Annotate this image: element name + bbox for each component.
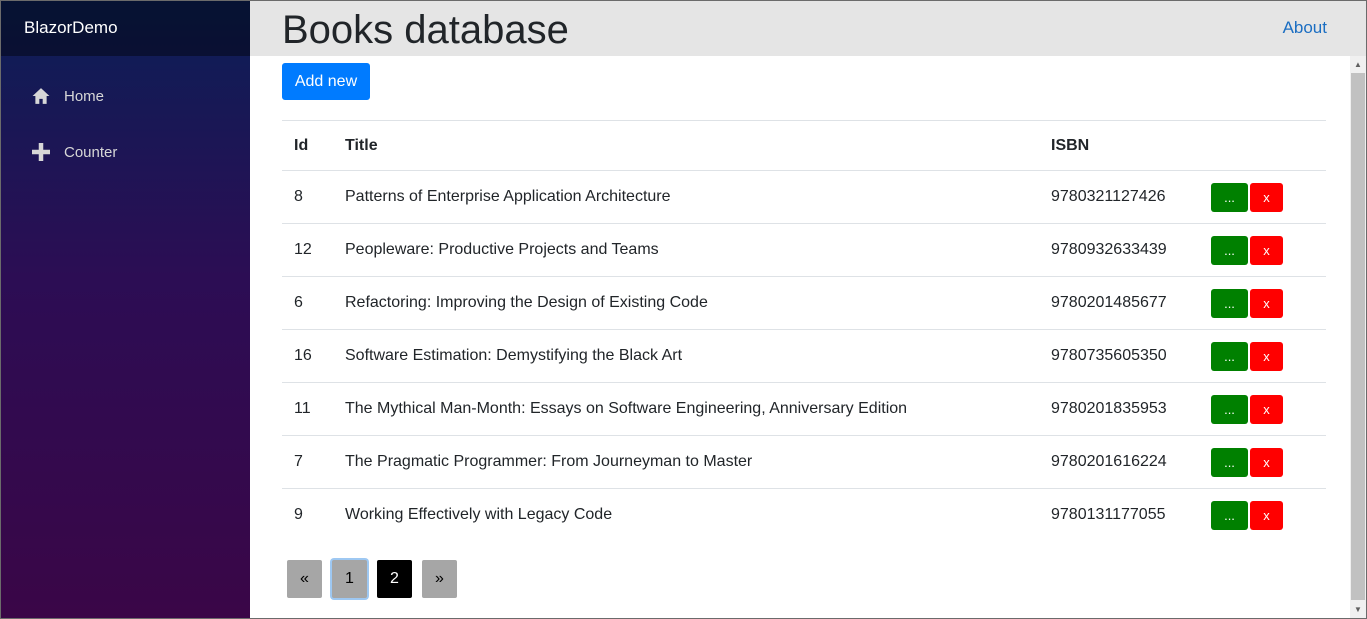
edit-button[interactable]: ... <box>1211 394 1248 424</box>
edit-button[interactable]: ... <box>1211 341 1248 371</box>
cell-id: 6 <box>282 276 333 330</box>
edit-button[interactable]: ... <box>1211 288 1248 318</box>
edit-button[interactable]: ... <box>1211 447 1248 477</box>
about-link[interactable]: About <box>1283 18 1327 38</box>
table-row: 8 Patterns of Enterprise Application Arc… <box>282 170 1326 224</box>
scroll-down-arrow-icon[interactable]: ▼ <box>1350 601 1366 618</box>
cell-actions: ... x <box>1207 382 1326 436</box>
cell-id: 8 <box>282 170 333 224</box>
sidebar: BlazorDemo Home Counter <box>0 0 250 619</box>
cell-isbn: 9780201485677 <box>1039 276 1207 330</box>
pagination: « 1 2 » <box>287 560 467 598</box>
cell-isbn: 9780201835953 <box>1039 382 1207 436</box>
cell-title: Peopleware: Productive Projects and Team… <box>333 223 1039 277</box>
delete-button[interactable]: x <box>1250 341 1283 371</box>
table-header-row: Id Title ISBN <box>282 120 1326 171</box>
vertical-scrollbar[interactable]: ▲ ▼ <box>1350 56 1366 618</box>
table-row: 12 Peopleware: Productive Projects and T… <box>282 223 1326 277</box>
delete-button[interactable]: x <box>1250 447 1283 477</box>
scroll-up-arrow-icon[interactable]: ▲ <box>1350 56 1366 73</box>
table-row: 16 Software Estimation: Demystifying the… <box>282 329 1326 383</box>
cell-isbn: 9780131177055 <box>1051 506 1166 524</box>
nav-list: Home Counter <box>0 56 250 180</box>
delete-button[interactable]: x <box>1250 500 1283 530</box>
table-row: 7 The Pragmatic Programmer: From Journey… <box>282 435 1326 489</box>
edit-button[interactable]: ... <box>1211 500 1248 530</box>
brand-link[interactable]: BlazorDemo <box>24 18 118 38</box>
table-row: 6 Refactoring: Improving the Design of E… <box>282 276 1326 330</box>
cell-id: 9 <box>294 506 303 524</box>
column-header-isbn: ISBN <box>1039 120 1207 171</box>
page-button-2[interactable]: 2 <box>377 560 412 598</box>
add-new-button[interactable]: Add new <box>282 63 370 100</box>
cell-isbn: 9780321127426 <box>1039 170 1207 224</box>
cell-id: 7 <box>282 435 333 489</box>
cell-title: Working Effectively with Legacy Code <box>345 506 613 524</box>
edit-button[interactable]: ... <box>1211 182 1248 212</box>
cell-actions: ... x <box>1207 170 1326 224</box>
edit-button[interactable]: ... <box>1211 235 1248 265</box>
column-header-title: Title <box>333 120 1039 171</box>
scroll-thumb[interactable] <box>1351 73 1365 600</box>
cell-id: 11 <box>282 382 333 436</box>
sidebar-item-counter[interactable]: Counter <box>0 124 250 180</box>
plus-icon <box>32 143 50 161</box>
cell-title: The Pragmatic Programmer: From Journeyma… <box>333 435 1039 489</box>
cell-actions: ... x <box>1207 489 1326 542</box>
books-table: Id Title ISBN 8 Patterns of Enterprise A… <box>282 120 1326 542</box>
cell-actions: ... x <box>1207 223 1326 277</box>
cell-actions: ... x <box>1207 276 1326 330</box>
delete-button[interactable]: x <box>1250 182 1283 212</box>
sidebar-item-home[interactable]: Home <box>0 68 250 124</box>
cell-id: 12 <box>282 223 333 277</box>
home-icon <box>32 87 50 105</box>
cell-isbn: 9780932633439 <box>1039 223 1207 277</box>
cell-isbn: 9780201616224 <box>1039 435 1207 489</box>
sidebar-item-label: Home <box>64 87 105 105</box>
delete-button[interactable]: x <box>1250 288 1283 318</box>
page-next-button[interactable]: » <box>422 560 457 598</box>
page-prev-button[interactable]: « <box>287 560 322 598</box>
table-row: 9 Working Effectively with Legacy Code 9… <box>282 489 1326 542</box>
cell-title: Patterns of Enterprise Application Archi… <box>333 170 1039 224</box>
brand-bar: BlazorDemo <box>0 0 250 56</box>
column-header-actions <box>1207 120 1326 171</box>
page-title: Books database <box>282 8 569 52</box>
cell-title: The Mythical Man-Month: Essays on Softwa… <box>333 382 1039 436</box>
sidebar-item-label: Counter <box>64 143 118 161</box>
cell-actions: ... x <box>1207 435 1326 489</box>
cell-title: Refactoring: Improving the Design of Exi… <box>333 276 1039 330</box>
table-row: 11 The Mythical Man-Month: Essays on Sof… <box>282 382 1326 436</box>
top-bar: Books database About <box>250 0 1367 56</box>
delete-button[interactable]: x <box>1250 235 1283 265</box>
cell-id: 16 <box>282 329 333 383</box>
cell-actions: ... x <box>1207 329 1326 383</box>
column-header-id: Id <box>282 120 333 171</box>
delete-button[interactable]: x <box>1250 394 1283 424</box>
cell-title: Software Estimation: Demystifying the Bl… <box>333 329 1039 383</box>
page-button-1[interactable]: 1 <box>332 560 367 598</box>
cell-isbn: 9780735605350 <box>1039 329 1207 383</box>
